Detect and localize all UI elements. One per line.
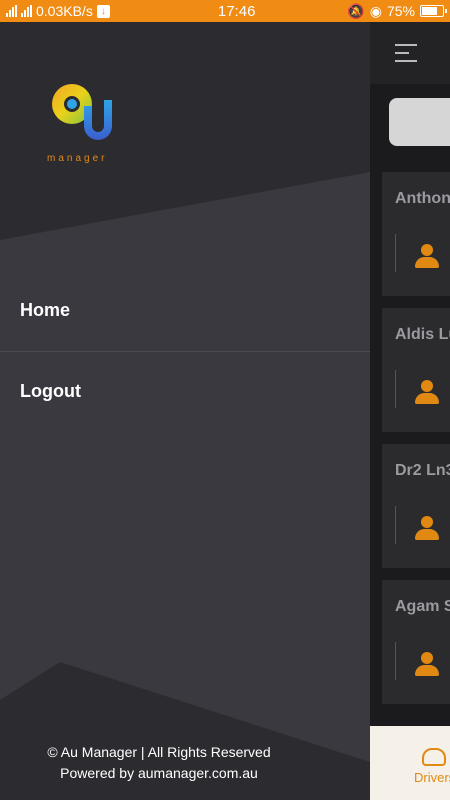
menu-item-label: Home (20, 300, 71, 320)
eye-icon: ◉ (369, 2, 382, 19)
card-divider (395, 642, 396, 680)
driver-name: Dr2 Ln3 (395, 462, 450, 479)
person-icon (415, 380, 439, 404)
search-box[interactable] (389, 98, 450, 146)
driver-name: Aldis Lu (395, 326, 450, 343)
menu-icon[interactable] (395, 44, 417, 68)
card-divider (395, 234, 396, 272)
navigation-drawer: manager Home Logout © Au Manager | All R… (0, 22, 370, 800)
logo-text: manager (47, 153, 108, 164)
clock: 17:46 (217, 2, 256, 20)
network-speed: 0.03KB/s (36, 3, 93, 19)
person-icon (415, 516, 439, 540)
bottom-nav: Drivers (370, 726, 450, 800)
driver-card[interactable]: Anthon (382, 172, 450, 296)
battery-icon (420, 5, 447, 17)
drivers-nav-label[interactable]: Drivers (414, 770, 450, 785)
menu-item-logout[interactable]: Logout (0, 353, 370, 433)
driver-card[interactable]: Aldis Lu (382, 308, 450, 432)
signal-icon (6, 5, 17, 17)
driver-name: Anthon (395, 190, 450, 207)
driver-name: Agam S (395, 598, 450, 615)
app-bar (370, 22, 450, 84)
driver-card[interactable]: Dr2 Ln3 (382, 444, 450, 568)
download-icon: ↓ (96, 4, 110, 18)
drawer-footer: © Au Manager | All Rights Reserved Power… (0, 742, 318, 784)
person-icon (415, 244, 439, 268)
driver-card[interactable]: Agam S (382, 580, 450, 704)
card-divider (395, 370, 396, 408)
card-divider (395, 506, 396, 544)
mute-bell-icon: 🔕 (347, 2, 365, 19)
copyright-text: © Au Manager | All Rights Reserved (47, 744, 271, 760)
signal-icon-2 (21, 5, 32, 17)
battery-percent: 75% (386, 3, 415, 19)
menu-divider (0, 351, 370, 352)
menu-item-label: Logout (20, 381, 81, 401)
status-bar: 0.03KB/s ↓ 17:46 🔕 ◉ 75% (0, 0, 450, 22)
drivers-nav-icon[interactable] (422, 748, 446, 766)
person-icon (415, 652, 439, 676)
powered-by-text: Powered by aumanager.com.au (60, 765, 258, 781)
menu-item-home[interactable]: Home (0, 272, 370, 352)
